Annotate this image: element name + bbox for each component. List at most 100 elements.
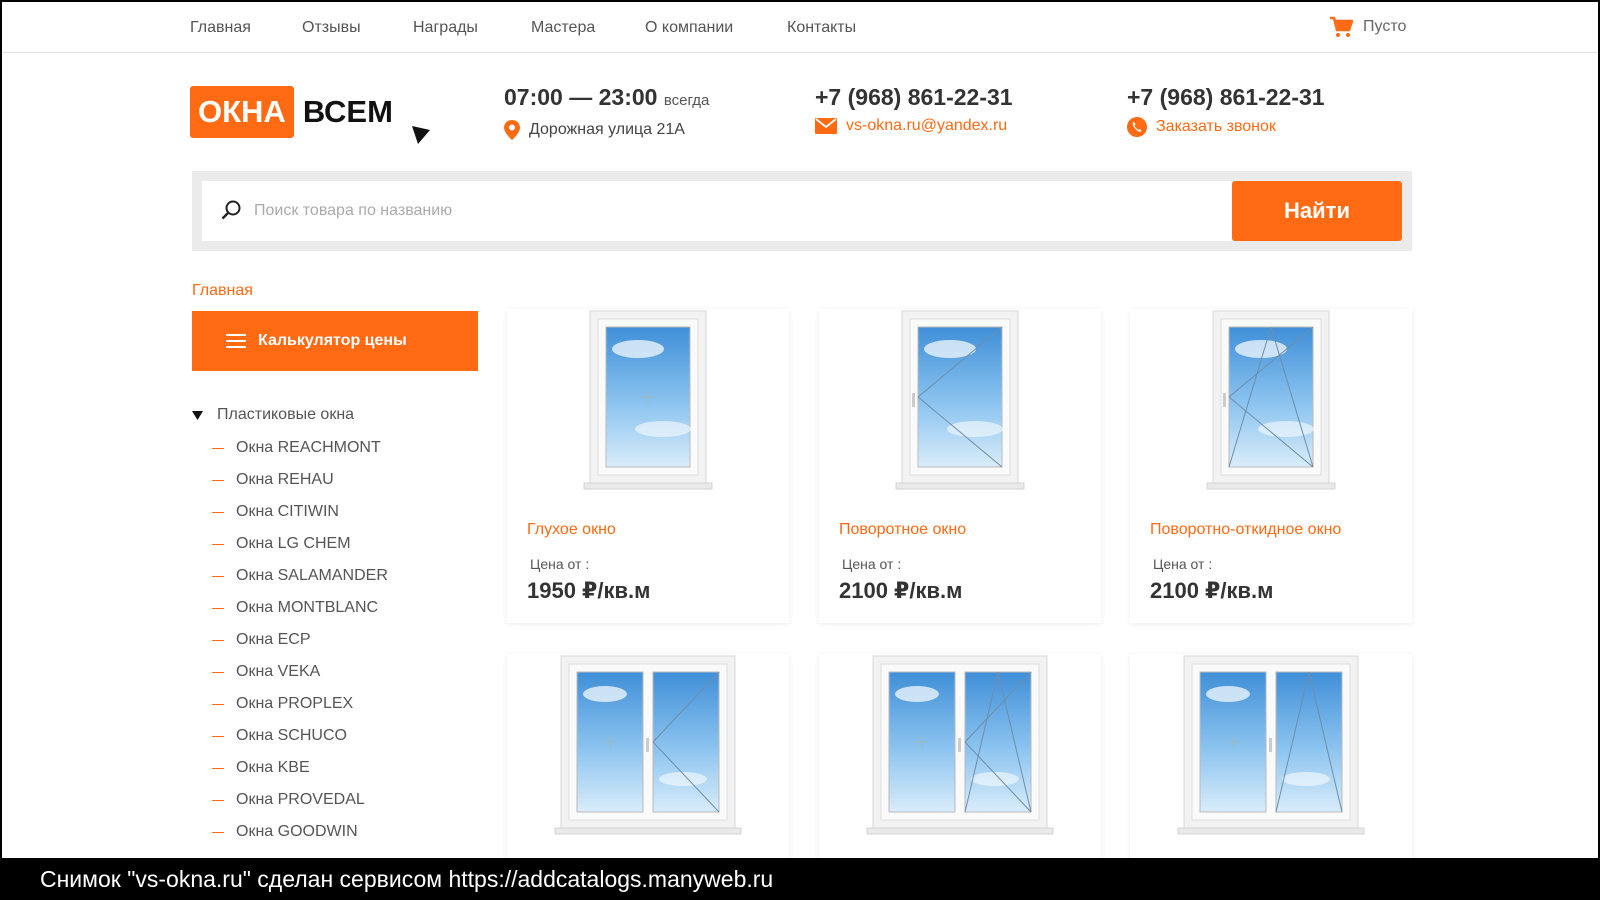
product-card-double-turn-window[interactable]: [1130, 654, 1412, 858]
product-card-tilt-turn-window[interactable]: Поворотно-откидное окно Цена от : 2100 ₽…: [1130, 309, 1412, 623]
product-image: [819, 309, 1101, 504]
dash-icon: [212, 799, 224, 801]
subcategory-item[interactable]: Окна LG CHEM: [212, 528, 388, 560]
dash-icon: [212, 639, 224, 641]
subcategory-label: Окна REHAU: [236, 471, 334, 488]
price-calculator-button[interactable]: Калькулятор цены: [192, 311, 478, 371]
dash-icon: [212, 671, 224, 673]
subcategory-label: Окна SCHUCO: [236, 727, 347, 744]
cart-link[interactable]: Пусто: [1329, 16, 1406, 38]
triangle-down-icon: [192, 410, 203, 420]
subcategory-item[interactable]: Окна SCHUCO: [212, 720, 388, 752]
cursor-arrow-icon: [412, 126, 430, 144]
subcategory-item[interactable]: Окна MONTBLANC: [212, 592, 388, 624]
subcategory-item[interactable]: Окна PROVEDAL: [212, 784, 388, 816]
double-window-image: [554, 655, 742, 835]
product-card-double-tilt-window[interactable]: [819, 654, 1101, 858]
subcategory-label: Окна PROVEDAL: [236, 791, 365, 808]
category-label: Пластиковые окна: [217, 406, 355, 423]
dash-icon: [212, 479, 224, 481]
turn-window-image: [895, 310, 1025, 490]
subcategory-label: Окна KBE: [236, 759, 310, 776]
product-card-turn-window[interactable]: Поворотное окно Цена от : 2100 ₽/кв.м: [819, 309, 1101, 623]
product-name[interactable]: Поворотное окно: [839, 521, 966, 539]
subcategory-label: Окна CITIWIN: [236, 503, 339, 520]
callback-link[interactable]: Заказать звонок: [1127, 117, 1276, 137]
subcategory-item[interactable]: Окна SALAMANDER: [212, 560, 388, 592]
dash-icon: [212, 831, 224, 833]
subcategory-item[interactable]: Окна REACHMONT: [212, 432, 388, 464]
phone-secondary[interactable]: +7 (968) 861-22-31: [1127, 84, 1325, 111]
hours-value: 07:00 — 23:00: [504, 84, 658, 110]
subcategory-item[interactable]: Окна CITIWIN: [212, 496, 388, 528]
subcategory-label: Окна ECP: [236, 631, 311, 648]
subcategory-item[interactable]: Окна KBE: [212, 752, 388, 784]
fixed-window-image: [583, 310, 713, 490]
email-link[interactable]: vs-okna.ru@yandex.ru: [815, 117, 1007, 135]
product-price: 1950 ₽/кв.м: [527, 578, 651, 603]
nav-item-awards[interactable]: Награды: [413, 19, 478, 37]
price-label: Цена от :: [1153, 556, 1213, 572]
nav-item-masters[interactable]: Мастера: [531, 19, 595, 37]
product-name[interactable]: Поворотно-откидное окно: [1150, 521, 1341, 539]
nav-item-about[interactable]: О компании: [645, 19, 733, 37]
phone-icon: [1127, 117, 1147, 137]
search-bar: Найти: [192, 171, 1412, 251]
subcategory-label: Окна SALAMANDER: [236, 567, 388, 584]
map-pin-icon: [504, 120, 520, 140]
subcategory-item[interactable]: Окна ECP: [212, 624, 388, 656]
nav-item-contacts[interactable]: Контакты: [787, 19, 856, 37]
search-box: Найти: [202, 181, 1402, 241]
subcategory-item[interactable]: Окна PROPLEX: [212, 688, 388, 720]
cart-icon: [1330, 16, 1353, 37]
subcategory-label: Окна LG CHEM: [236, 535, 351, 552]
subcategory-label: Окна GOODWIN: [236, 823, 358, 840]
cart-status: Пусто: [1363, 18, 1407, 35]
search-input[interactable]: [254, 181, 1204, 241]
nav-item-home[interactable]: Главная: [190, 19, 251, 37]
product-price: 2100 ₽/кв.м: [839, 578, 963, 603]
price-label: Цена от :: [842, 556, 902, 572]
logo-box-text: ОКНА: [190, 86, 294, 138]
subcategory-item[interactable]: Окна REHAU: [212, 464, 388, 496]
product-name[interactable]: Глухое окно: [527, 521, 616, 539]
double-turn-window-image: [1177, 655, 1365, 835]
breadcrumb-home[interactable]: Главная: [192, 282, 253, 300]
search-icon: [221, 200, 241, 220]
product-card-double-window[interactable]: [507, 654, 789, 858]
search-button[interactable]: Найти: [1232, 181, 1402, 241]
phone-primary[interactable]: +7 (968) 861-22-31: [815, 84, 1013, 111]
category-plastic-windows[interactable]: Пластиковые окна: [192, 406, 354, 424]
dash-icon: [212, 511, 224, 513]
product-image: [819, 654, 1101, 849]
address-text: Дорожная улица 21А: [529, 121, 685, 138]
price-label: Цена от :: [530, 556, 590, 572]
mail-icon: [815, 118, 837, 134]
subcategory-item[interactable]: Окна GOODWIN: [212, 816, 388, 848]
product-image: [507, 654, 789, 849]
subcategory-list: Окна REACHMONT Окна REHAU Окна CITIWIN О…: [212, 432, 388, 848]
top-navigation: Главная Отзывы Награды Мастера О компани…: [2, 2, 1598, 53]
dash-icon: [212, 447, 224, 449]
product-image: [1130, 309, 1412, 504]
callback-text: Заказать звонок: [1156, 118, 1276, 135]
nav-item-reviews[interactable]: Отзывы: [302, 19, 361, 37]
working-hours: 07:00 — 23:00 всегда: [504, 84, 709, 111]
double-tilt-window-image: [866, 655, 1054, 835]
product-image: [507, 309, 789, 504]
dash-icon: [212, 607, 224, 609]
dash-icon: [212, 735, 224, 737]
subcategory-label: Окна MONTBLANC: [236, 599, 379, 616]
logo-word: ВСЕМ: [302, 94, 393, 129]
hours-suffix: всегда: [663, 92, 710, 109]
address: Дорожная улица 21А: [504, 120, 685, 140]
product-price: 2100 ₽/кв.м: [1150, 578, 1274, 603]
email-text: vs-okna.ru@yandex.ru: [846, 117, 1008, 134]
dash-icon: [212, 543, 224, 545]
price-calculator-label: Калькулятор цены: [258, 332, 407, 349]
logo[interactable]: ОКНА ВСЕМ: [190, 86, 393, 138]
tilt-turn-window-image: [1206, 310, 1336, 490]
subcategory-item[interactable]: Окна VEKA: [212, 656, 388, 688]
product-image: [1130, 654, 1412, 849]
product-card-fixed-window[interactable]: Глухое окно Цена от : 1950 ₽/кв.м: [507, 309, 789, 623]
